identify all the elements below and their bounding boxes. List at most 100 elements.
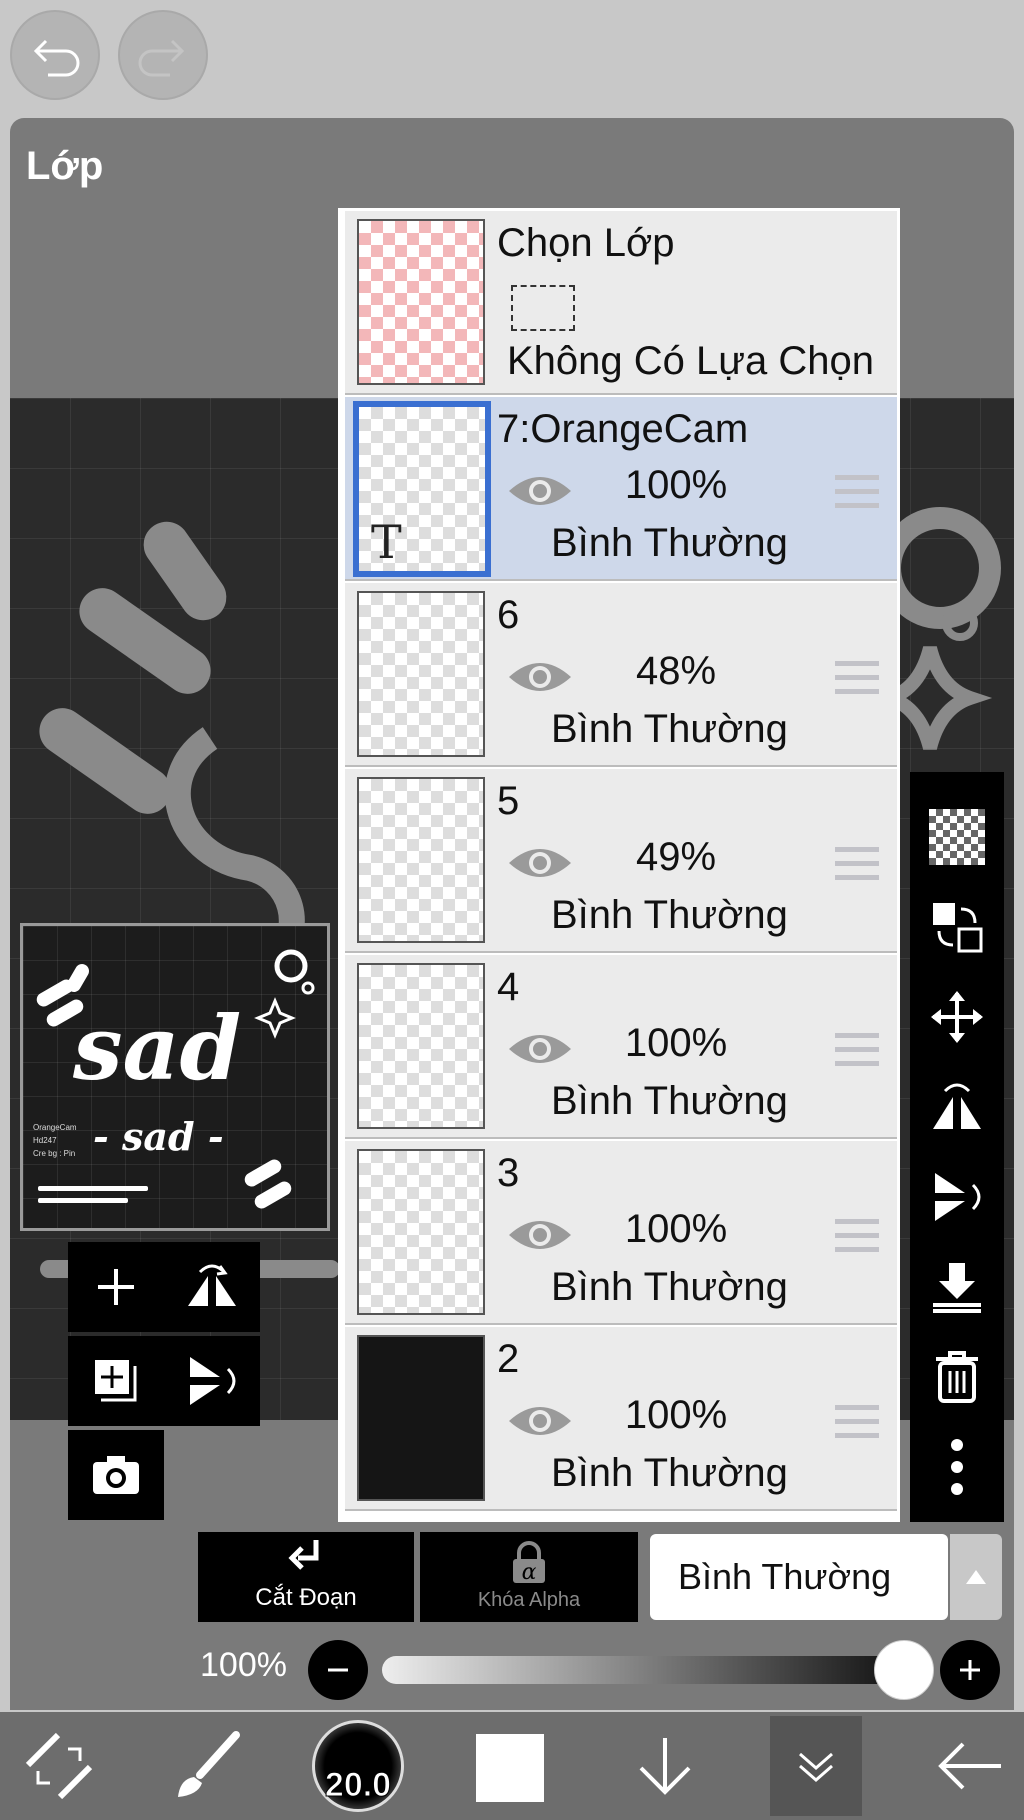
eye-icon[interactable] <box>507 1215 573 1255</box>
layer-opacity: 48% <box>635 649 717 693</box>
preview-decorations <box>36 949 315 1209</box>
svg-text:α: α <box>522 1560 537 1585</box>
layer-thumbnail <box>357 1149 485 1315</box>
chevron-up-icon <box>966 1570 986 1584</box>
add-copy-layer-button[interactable] <box>68 1336 164 1426</box>
drag-handle-icon[interactable] <box>835 1033 879 1067</box>
alpha-lock-label: Khóa Alpha <box>477 1589 581 1611</box>
opacity-slider-knob[interactable] <box>874 1640 934 1700</box>
flip-h-icon <box>188 1264 236 1306</box>
layer-thumbnail <box>357 777 485 943</box>
color-picker-button[interactable] <box>476 1734 544 1802</box>
opacity-decrease-button[interactable] <box>308 1640 368 1700</box>
download-button[interactable] <box>620 1712 710 1820</box>
trash-icon <box>936 1351 978 1403</box>
flip-vertical-button[interactable] <box>910 1152 1004 1242</box>
more-options-button[interactable] <box>910 1422 1004 1512</box>
delete-layer-button[interactable] <box>910 1332 1004 1422</box>
down-arrow-icon <box>639 1738 691 1795</box>
add-copy-layer-icon <box>95 1360 137 1402</box>
opacity-value: 100% <box>200 1646 287 1684</box>
layer-thumbnail <box>357 1335 485 1501</box>
layer-name: 6 <box>497 593 520 637</box>
drag-handle-icon[interactable] <box>835 475 879 509</box>
flip-vertical-layer-button[interactable] <box>164 1336 260 1426</box>
layer-opacity: 100% <box>624 1207 728 1251</box>
layer-panel-toggle[interactable] <box>770 1716 862 1816</box>
redo-button[interactable] <box>118 10 208 100</box>
alpha-lock-button[interactable]: α Khóa Alpha <box>420 1532 638 1622</box>
swap-layer-button[interactable] <box>910 882 1004 972</box>
undo-button[interactable] <box>10 10 100 100</box>
layer-tools-right <box>910 772 1004 1522</box>
blend-mode-dropdown-button[interactable] <box>950 1534 1002 1620</box>
clipping-label: Cắt Đoạn <box>255 1584 357 1611</box>
text-layer-icon: T <box>371 515 402 569</box>
layer-row[interactable]: 4 100% Bình Thường <box>345 955 897 1139</box>
flip-horizontal-layer-button[interactable] <box>164 1242 260 1332</box>
flip-horizontal-button[interactable] <box>910 1062 1004 1152</box>
selection-layer-row[interactable]: Chọn Lớp Không Có Lựa Chọn <box>345 211 897 395</box>
clipping-icon <box>288 1540 319 1570</box>
add-layer-icon <box>98 1269 134 1305</box>
merge-down-button[interactable] <box>910 1242 1004 1332</box>
layer-list: Chọn Lớp Không Có Lựa Chọn T 7:OrangeCam 1… <box>338 208 900 1522</box>
camera-button[interactable] <box>68 1430 164 1520</box>
layer-thumbnail: T <box>353 401 491 577</box>
back-icon <box>938 1742 1001 1790</box>
selection-status: Không Có Lựa Chọn <box>507 339 875 383</box>
layer-blend-mode: Bình Thường <box>551 521 788 565</box>
canvas-preview[interactable]: sad - sad - OrangeCam Hd247 Cre bg : Pin <box>20 923 330 1231</box>
layer-thumbnail <box>357 591 485 757</box>
drag-handle-icon[interactable] <box>835 847 879 881</box>
layer-blend-mode: Bình Thường <box>551 1451 788 1495</box>
more-icon <box>951 1439 963 1495</box>
flip-v-icon <box>190 1357 236 1405</box>
drag-handle-icon[interactable] <box>835 1405 879 1439</box>
layer-opacity: 49% <box>635 835 717 879</box>
camera-icon <box>93 1456 139 1494</box>
layer-name: 4 <box>497 965 520 1009</box>
blend-mode-select[interactable]: Bình Thường <box>650 1534 948 1620</box>
eye-icon[interactable] <box>507 843 573 883</box>
layer-name: 2 <box>497 1337 520 1381</box>
opacity-slider[interactable] <box>382 1656 902 1684</box>
brush-size-button[interactable]: 20.0 <box>312 1720 404 1812</box>
bottom-toolbar: 20.0 <box>0 1712 1024 1820</box>
layer-opacity: 100% <box>624 1393 728 1437</box>
back-button[interactable] <box>928 1712 1012 1820</box>
layer-name: 3 <box>497 1151 520 1195</box>
layer-blend-mode: Bình Thường <box>551 893 788 937</box>
opacity-increase-button[interactable] <box>940 1640 1000 1700</box>
clipping-button[interactable]: Cắt Đoạn <box>198 1532 414 1622</box>
layer-row[interactable]: 2 100% Bình Thường <box>345 1327 897 1511</box>
add-layer-button[interactable] <box>68 1242 164 1332</box>
merge-down-icon <box>933 1263 981 1313</box>
eye-icon[interactable] <box>507 471 573 511</box>
layer-panel-icon <box>799 1752 833 1782</box>
selection-title: Chọn Lớp <box>497 221 675 265</box>
move-button[interactable] <box>910 972 1004 1062</box>
selection-marquee-icon <box>511 285 575 331</box>
layer-thumbnail <box>357 963 485 1129</box>
drag-handle-icon[interactable] <box>835 661 879 695</box>
drag-handle-icon[interactable] <box>835 1219 879 1253</box>
transparency-button[interactable] <box>910 792 1004 882</box>
eye-icon[interactable] <box>507 657 573 697</box>
layer-row[interactable]: 6 48% Bình Thường <box>345 583 897 767</box>
transparency-icon <box>929 809 985 865</box>
transform-tool-button[interactable] <box>14 1712 104 1820</box>
layer-name: 5 <box>497 779 520 823</box>
undo-icon <box>33 39 80 77</box>
move-icon <box>931 991 983 1043</box>
eye-icon[interactable] <box>507 1401 573 1441</box>
eye-icon[interactable] <box>507 1029 573 1069</box>
selection-thumbnail <box>357 219 485 385</box>
layer-row[interactable]: T 7:OrangeCam 100% Bình Thường <box>345 397 897 581</box>
layer-opacity: 100% <box>624 463 728 507</box>
brush-tool-button[interactable] <box>162 1712 252 1820</box>
layer-row[interactable]: 5 49% Bình Thường <box>345 769 897 953</box>
flip-horizontal-icon <box>933 1083 981 1129</box>
layer-row[interactable]: 3 100% Bình Thường <box>345 1141 897 1325</box>
panel-title: Lớp <box>26 144 104 188</box>
